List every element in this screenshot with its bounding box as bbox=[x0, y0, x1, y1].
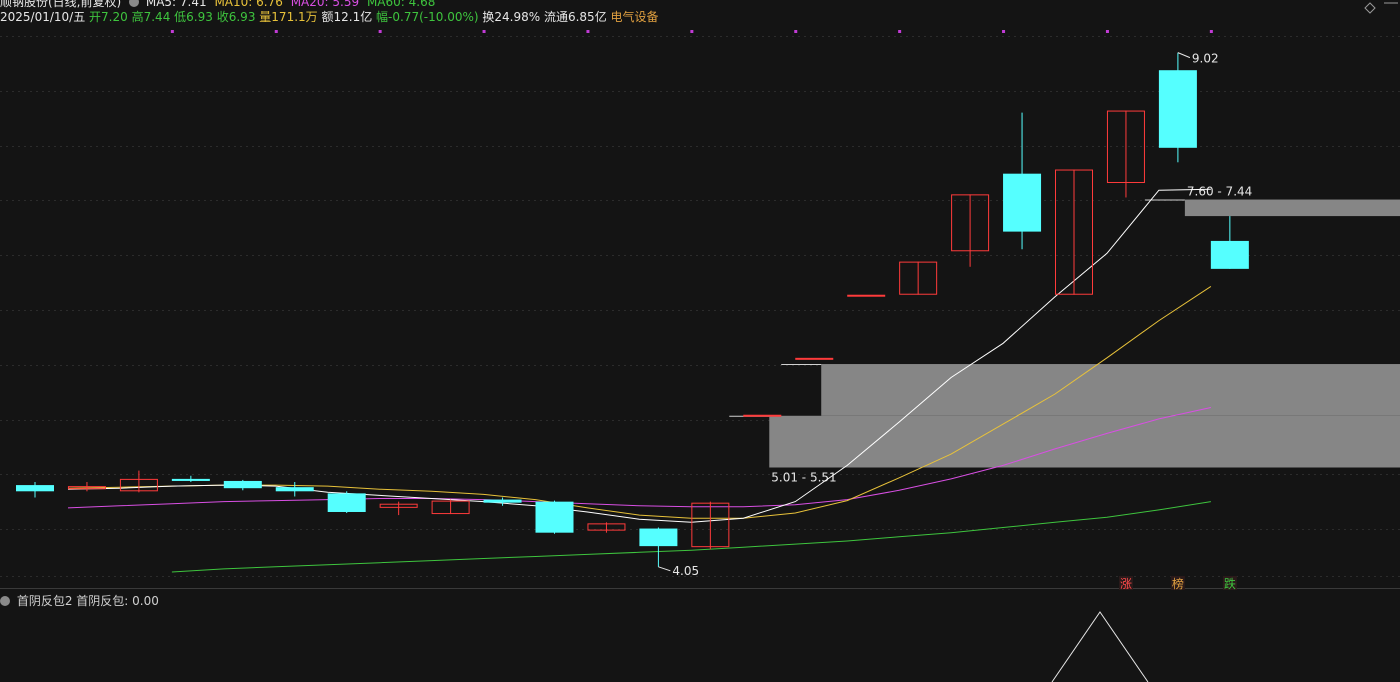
top-marker bbox=[794, 30, 798, 33]
candle-up bbox=[1106, 110, 1145, 198]
candle-body bbox=[483, 499, 522, 503]
top-marker bbox=[1105, 30, 1109, 33]
indicator-line bbox=[1051, 611, 1149, 682]
candle-down bbox=[535, 500, 574, 534]
quote-turnover: 换24.98% bbox=[482, 10, 541, 24]
candle-up bbox=[743, 414, 782, 417]
top-marker bbox=[898, 30, 902, 33]
top-marker bbox=[1002, 30, 1006, 33]
quote-high: 高7.44 bbox=[131, 10, 171, 24]
top-marker bbox=[1209, 30, 1213, 33]
candle-up bbox=[899, 261, 938, 295]
quote-date: 2025/01/10/五 bbox=[0, 10, 86, 24]
quote-open: 开7.20 bbox=[89, 10, 128, 24]
quote-amount: 额12.1亿 bbox=[321, 10, 373, 24]
badge-text: 榜 bbox=[1172, 576, 1184, 591]
diamond-icon bbox=[1364, 2, 1376, 14]
low-pointer bbox=[658, 566, 671, 572]
indicator-header: 首阴反包2 首阴反包: 0.00 bbox=[0, 592, 159, 609]
candle-up bbox=[67, 481, 106, 492]
candle-body bbox=[223, 480, 262, 489]
badge: 榜 bbox=[1170, 576, 1185, 591]
candle-body bbox=[275, 487, 314, 492]
candle-down bbox=[1003, 112, 1042, 250]
candle-up bbox=[587, 522, 626, 533]
zone-band bbox=[1184, 199, 1400, 217]
stock-name: 顺钠股份(日线,前复权) bbox=[0, 0, 122, 9]
quote-close: 收6.93 bbox=[216, 10, 256, 24]
candle-down bbox=[1158, 52, 1197, 163]
candle-body bbox=[535, 501, 574, 533]
badge-text: 跌 bbox=[1224, 576, 1236, 591]
candle-up bbox=[119, 470, 158, 493]
candle-body bbox=[16, 485, 54, 492]
candle-body bbox=[639, 528, 678, 547]
candle-down bbox=[223, 479, 262, 491]
low-label: 4.05 bbox=[672, 564, 699, 578]
candle-down bbox=[639, 527, 678, 567]
quote-sector[interactable]: 电气设备 bbox=[611, 10, 659, 24]
zone-label: 7.60 - 7.44 bbox=[1187, 185, 1252, 199]
top-marker bbox=[274, 30, 278, 33]
quote-float-cap: 流通6.85亿 bbox=[543, 10, 607, 24]
candle-up bbox=[795, 357, 834, 360]
ma20-value: MA20: 5.59 bbox=[290, 0, 360, 9]
zone-band bbox=[821, 364, 1400, 416]
badge-text: 涨 bbox=[1120, 576, 1132, 591]
header-quote-line: 2025/01/10/五 开7.20 高7.44 低6.93 收6.93 量17… bbox=[0, 9, 659, 25]
top-marker bbox=[586, 30, 590, 33]
ma10-value: MA10: 6.76 bbox=[214, 0, 283, 9]
candle-up bbox=[951, 194, 990, 267]
candle-body bbox=[171, 478, 210, 481]
top-marker bbox=[690, 30, 694, 33]
quote-change: 幅-0.77(-10.00%) bbox=[376, 10, 479, 24]
candle-down bbox=[1210, 216, 1249, 269]
candle-up bbox=[691, 501, 730, 550]
quote-low: 低6.93 bbox=[174, 10, 213, 24]
candle-body bbox=[327, 493, 366, 512]
candle-body bbox=[795, 357, 834, 360]
candle-up bbox=[431, 499, 470, 515]
candle-up bbox=[1055, 169, 1093, 295]
candle-down bbox=[275, 481, 314, 497]
badge: 跌 bbox=[1222, 576, 1237, 591]
quote-volume: 量171.1万 bbox=[259, 10, 318, 24]
toggle-circle-icon[interactable] bbox=[129, 0, 140, 7]
indicator-toggle-icon[interactable] bbox=[0, 596, 10, 606]
candle-up bbox=[379, 501, 418, 516]
candle-body bbox=[1003, 173, 1042, 232]
candle-up bbox=[847, 294, 886, 297]
zone-band bbox=[769, 415, 1400, 468]
candle-down bbox=[171, 475, 210, 482]
top-marker bbox=[170, 30, 174, 33]
top-marker bbox=[482, 30, 486, 33]
ma5-value: MA5: 7.41 bbox=[145, 0, 207, 9]
candle-down bbox=[16, 481, 54, 498]
top-marker bbox=[378, 30, 382, 33]
candle-body bbox=[1210, 240, 1249, 269]
indicator-label: 首阴反包: bbox=[76, 594, 129, 608]
ma5-line bbox=[67, 188, 1211, 523]
indicator-value: 0.00 bbox=[132, 594, 159, 608]
candle-body bbox=[847, 294, 886, 297]
candle-down bbox=[327, 491, 366, 514]
high-pointer bbox=[1177, 52, 1191, 59]
zone-label: 5.01 - 5.51 bbox=[771, 471, 836, 485]
candle-body bbox=[743, 414, 782, 417]
indicator-name: 首阴反包2 bbox=[16, 594, 73, 608]
badge: 涨 bbox=[1118, 576, 1133, 591]
candlestick-chart: 7.60 - 7.445.51 - 6.015.01 - 5.519.024.0… bbox=[0, 2, 1400, 682]
ma60-value: MA60: 4.68 bbox=[366, 0, 436, 9]
high-label: 9.02 bbox=[1192, 52, 1219, 66]
candle-body bbox=[1158, 70, 1197, 148]
